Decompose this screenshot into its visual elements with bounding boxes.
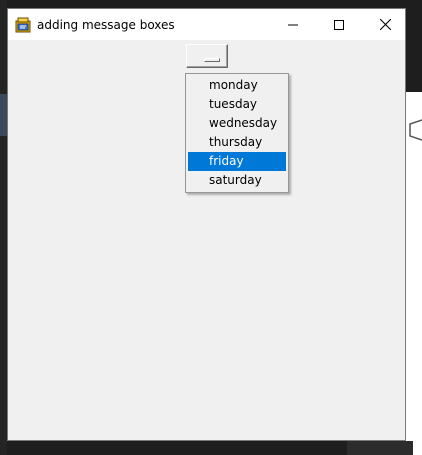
day-option-menu-button[interactable] xyxy=(186,44,228,68)
menu-item-friday[interactable]: friday xyxy=(188,152,286,171)
background-shape-icon xyxy=(409,119,422,141)
maximize-button[interactable] xyxy=(316,9,362,40)
window-title: adding message boxes xyxy=(37,18,175,32)
menu-item-thursday[interactable]: thursday xyxy=(188,133,286,152)
title-bar[interactable]: adding message boxes xyxy=(8,9,405,40)
background-bottom xyxy=(7,441,413,455)
background-bar xyxy=(0,94,7,136)
app-window: adding message boxes monday tuesday wedn… xyxy=(7,8,406,441)
menu-item-wednesday[interactable]: wednesday xyxy=(188,114,286,133)
background-window-left xyxy=(0,0,7,455)
close-icon xyxy=(379,19,391,30)
background-window-right xyxy=(406,92,422,455)
close-button[interactable] xyxy=(362,9,408,40)
day-dropdown-menu: monday tuesday wednesday thursday friday… xyxy=(185,73,289,193)
minimize-icon xyxy=(288,24,298,25)
maximize-icon xyxy=(334,19,344,30)
minimize-button[interactable] xyxy=(270,9,316,40)
background-bottom-strip xyxy=(347,441,413,455)
feather-app-icon xyxy=(15,17,31,33)
option-menu-indicator-icon xyxy=(204,58,220,62)
menu-item-tuesday[interactable]: tuesday xyxy=(188,95,286,114)
menu-item-monday[interactable]: monday xyxy=(188,76,286,95)
menu-item-saturday[interactable]: saturday xyxy=(188,171,286,190)
